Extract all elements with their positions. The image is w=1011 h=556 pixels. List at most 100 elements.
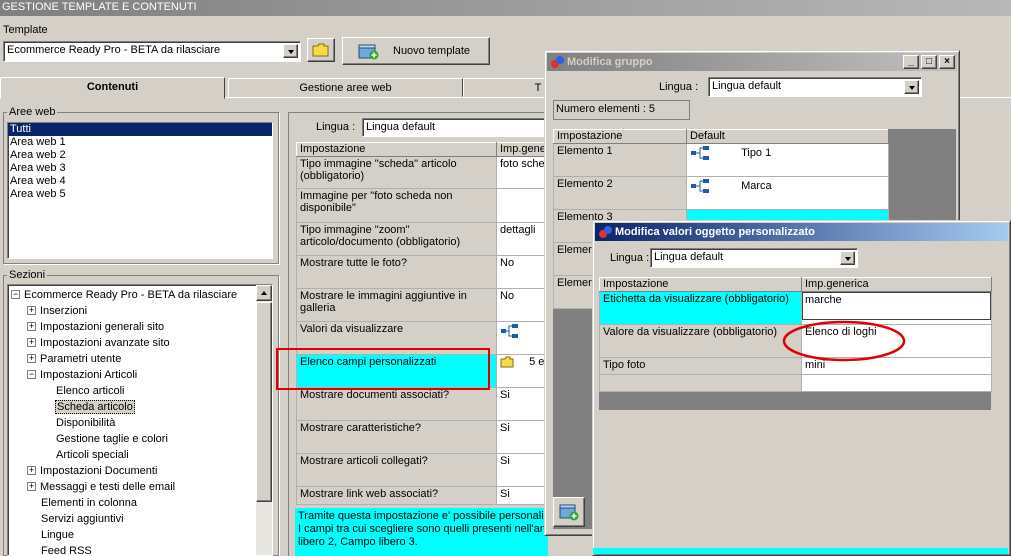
aree-web-label: Aree web [7,106,58,118]
main-lingua-select[interactable]: Lingua default [362,118,548,137]
row-label: Mostrare link web associati? [296,486,497,505]
list-item-area[interactable]: Area web 2 [8,149,272,162]
tree-node-selected[interactable]: Scheda articolo [8,399,254,415]
description-box: Tramite questa impostazione e' possibile… [295,508,548,556]
expand-icon[interactable]: + [27,481,36,491]
tab-contenuti-label: Contenuti [86,81,139,93]
tree-structure-icon [691,146,709,160]
tree-node[interactable]: Elementi in colonna [8,495,254,511]
row-value[interactable]: Si [496,387,549,421]
table-row[interactable]: Mostrare caratteristiche? Si [296,420,549,454]
list-item-area[interactable]: Area web 4 [8,175,272,188]
chevron-down-icon[interactable] [904,80,919,94]
tree-node[interactable]: + Messaggi e testi delle email [8,479,254,495]
col-header-imp-generica: Imp.generica [801,277,992,292]
row-value[interactable]: Si [496,420,549,454]
table-row[interactable]: Elemento 2 Marca [553,176,889,210]
row-label: Mostrare tutte le foto? [296,255,497,289]
expand-icon[interactable]: + [27,305,36,315]
main-lingua-value: Lingua default [366,121,436,133]
table-row[interactable]: Mostrare documenti associati? Si [296,387,549,421]
tree-node[interactable]: − Ecommerce Ready Pro - BETA da rilasciar… [8,287,254,303]
modifica-valori-title-bar[interactable]: Modifica valori oggetto personalizzato [595,223,1008,241]
expand-icon[interactable]: + [27,353,36,363]
modifica-gruppo-title-bar[interactable]: Modifica gruppo _ □ × [547,53,957,71]
valori-lingua-select[interactable]: Lingua default [650,248,858,268]
gruppo-lingua-select[interactable]: Lingua default [708,77,922,97]
row-value[interactable]: No [496,288,549,322]
app-title-bar: GESTIONE TEMPLATE E CONTENUTI [0,0,1011,16]
list-item-area[interactable]: Area web 5 [8,188,272,201]
list-item-area[interactable]: Area web 1 [8,136,272,149]
row-value-text: Marca [741,179,772,192]
row-value[interactable]: 5 e [496,354,549,388]
sezioni-tree[interactable]: − Ecommerce Ready Pro - BETA da rilasciar… [7,284,273,556]
expand-icon[interactable]: + [27,465,36,475]
minimize-button[interactable]: _ [903,55,919,69]
tree-node[interactable]: Feed RSS [8,543,254,555]
tree-node[interactable]: + Inserzioni [8,303,254,319]
annotation-ellipse [782,320,906,362]
new-template-button[interactable]: Nuovo template [342,37,490,65]
tree-node-label: Lingue [41,529,75,541]
tree-node[interactable]: Lingue [8,527,254,543]
close-button[interactable]: × [939,55,955,69]
tree-node[interactable]: Disponibilità [8,415,254,431]
new-template-icon [358,44,379,60]
tree-node[interactable]: + Impostazioni generali sito [8,319,254,335]
collapse-icon[interactable]: − [11,289,20,299]
tree-node[interactable]: Servizi aggiuntivi [8,511,254,527]
list-item-area[interactable]: Area web 3 [8,162,272,175]
scroll-up-button[interactable] [256,285,272,301]
expand-icon[interactable]: + [27,337,36,347]
tree-node[interactable]: + Parametri utente [8,351,254,367]
tree-node[interactable]: − Impostazioni Articoli [8,367,254,383]
tree-scrollbar[interactable] [256,285,272,555]
open-folder-button[interactable] [307,38,335,62]
row-value[interactable]: Tipo 1 [686,143,889,177]
add-element-button[interactable] [553,497,585,527]
tree-node[interactable]: + Impostazioni Documenti [8,463,254,479]
row-value[interactable]: Si [496,486,549,505]
tree-node-label: Elementi in colonna [41,497,138,509]
row-label: Mostrare documenti associati? [296,387,497,421]
sezioni-label: Sezioni [7,269,48,281]
row-value[interactable]: No [496,255,549,289]
row-value-empty[interactable] [801,374,992,392]
table-row[interactable]: Immagine per "foto scheda non disponibil… [296,188,549,223]
list-item-area[interactable]: Tutti [8,123,272,136]
maximize-button[interactable]: □ [921,55,937,69]
tree-node[interactable]: Articoli speciali [8,447,254,463]
tree-node[interactable]: + Impostazioni avanzate sito [8,335,254,351]
collapse-icon[interactable]: − [27,369,36,379]
col-header-impostazione: Impostazione [296,142,497,157]
table-row[interactable]: Elemento 1 Tipo 1 [553,143,889,177]
col-header-impostazione: Impostazione [553,129,687,144]
table-row[interactable]: Mostrare articoli collegati? Si [296,453,549,487]
app-icon [551,56,564,68]
table-row[interactable]: Mostrare link web associati? Si [296,486,549,505]
row-value[interactable] [496,188,549,223]
tab-contenuti[interactable]: Contenuti [0,77,225,99]
tree-node[interactable]: Gestione taglie e colori [8,431,254,447]
table-row[interactable]: Mostrare tutte le foto? No [296,255,549,289]
row-value[interactable]: Marca [686,176,889,210]
scroll-thumb[interactable] [256,302,272,502]
expand-icon[interactable]: + [27,321,36,331]
table-row[interactable]: Tipo immagine "zoom" articolo/documento … [296,222,549,256]
aree-web-list[interactable]: Tutti Area web 1 Area web 2 Area web 3 A… [7,122,273,259]
table-row[interactable]: Mostrare le immagini aggiuntive in galle… [296,288,549,322]
row-value[interactable]: foto sche [496,156,549,189]
valori-description-strip [593,548,1008,554]
table-row[interactable] [599,374,992,392]
chevron-down-icon[interactable] [840,251,855,265]
etichetta-input[interactable]: marche [802,292,991,320]
row-value[interactable]: Si [496,453,549,487]
template-select[interactable]: Ecommerce Ready Pro - BETA da rilasciare [3,41,301,62]
row-value[interactable]: dettagli [496,222,549,256]
tab-gestione-aree-web[interactable]: Gestione aree web [228,78,463,97]
tree-node[interactable]: Elenco articoli [8,383,254,399]
chevron-down-icon[interactable] [283,44,298,58]
table-row[interactable]: Tipo immagine "scheda" articolo (obbliga… [296,156,549,189]
row-value[interactable] [496,321,549,355]
